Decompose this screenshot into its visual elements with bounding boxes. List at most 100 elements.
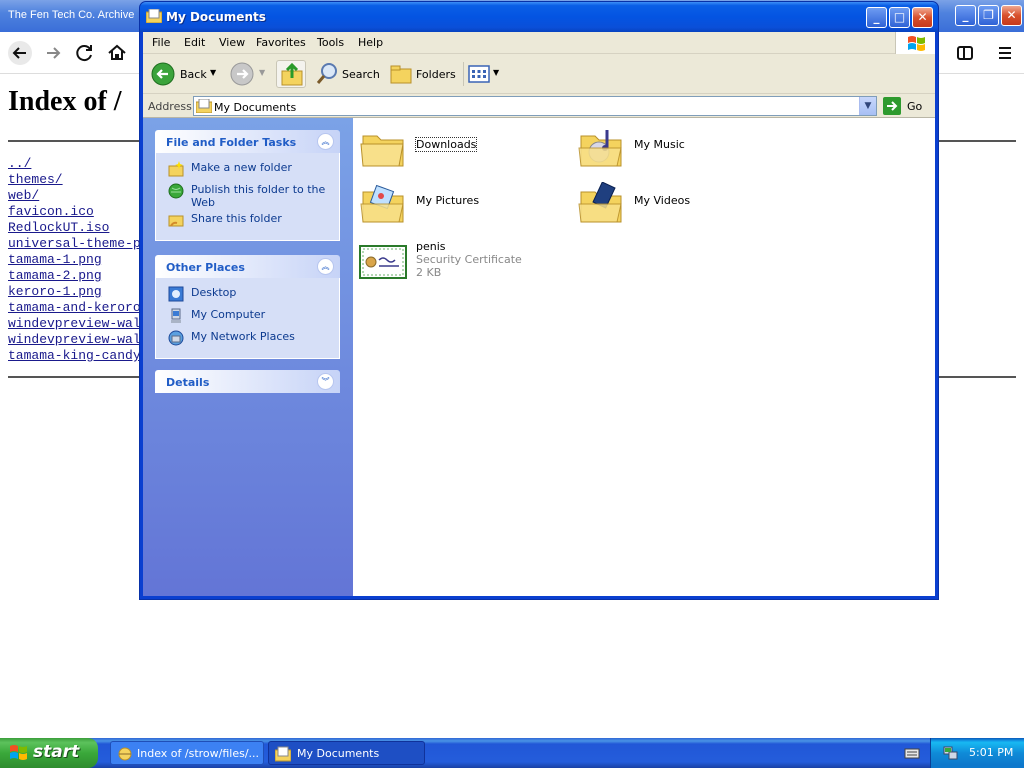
- file-link[interactable]: favicon.ico: [8, 204, 94, 219]
- menu-icon[interactable]: [992, 40, 1018, 66]
- back-dropdown-icon[interactable]: ▼: [210, 68, 216, 77]
- file-link[interactable]: RedlockUT.iso: [8, 220, 109, 235]
- file-list-item: themes/: [8, 172, 141, 188]
- folder-my-videos[interactable]: My Videos: [577, 182, 777, 230]
- keyboard-icon[interactable]: [904, 745, 920, 761]
- folder-icon: [146, 9, 162, 23]
- file-certificate[interactable]: penis Security Certificate 2 KB: [359, 238, 559, 286]
- task-publish-web[interactable]: Publish this folder to the Web: [156, 183, 339, 210]
- forward-arrow-icon: [230, 62, 254, 86]
- menu-view[interactable]: View: [219, 36, 245, 49]
- folder-my-music[interactable]: My Music: [577, 126, 777, 174]
- pictures-folder-icon: [360, 184, 404, 223]
- file-name: Downloads: [414, 137, 478, 152]
- address-field[interactable]: My Documents ▼: [193, 96, 877, 116]
- file-link[interactable]: ../: [8, 156, 31, 171]
- back-arrow-icon[interactable]: [7, 40, 33, 66]
- maximize-button[interactable]: □: [889, 7, 910, 28]
- menu-favorites[interactable]: Favorites: [256, 36, 306, 49]
- place-my-computer[interactable]: My Computer: [156, 308, 339, 328]
- folder-my-pictures[interactable]: My Pictures: [359, 182, 559, 230]
- place-my-network-places[interactable]: My Network Places: [156, 330, 339, 350]
- back-label: Back: [180, 68, 207, 81]
- place-desktop[interactable]: Desktop: [156, 286, 339, 306]
- clock[interactable]: 5:01 PM: [969, 746, 1013, 759]
- back-button[interactable]: Back ▼: [151, 60, 217, 88]
- browser-close-button[interactable]: ✕: [1001, 5, 1022, 26]
- folders-button[interactable]: Folders: [387, 60, 457, 88]
- start-button[interactable]: start: [0, 738, 98, 768]
- address-bar: Address My Documents ▼ Go: [143, 94, 935, 118]
- reader-view-icon[interactable]: [952, 40, 978, 66]
- folders-icon: [390, 65, 412, 84]
- task-share-folder[interactable]: Share this folder: [156, 212, 339, 232]
- back-arrow-icon: [151, 62, 175, 86]
- reload-icon[interactable]: [72, 40, 98, 66]
- forward-arrow-icon[interactable]: [40, 40, 66, 66]
- file-folder-tasks-header[interactable]: File and Folder Tasks ︽: [155, 130, 340, 153]
- browser-restore-button[interactable]: ❐: [978, 5, 999, 26]
- folder-icon: [275, 746, 291, 762]
- explorer-titlebar[interactable]: My Documents _ □ ✕: [140, 2, 938, 32]
- collapse-chevron-icon[interactable]: ︽: [317, 258, 334, 275]
- start-label: start: [33, 742, 80, 762]
- new-folder-icon: [168, 161, 184, 177]
- home-icon[interactable]: [104, 40, 130, 66]
- search-button[interactable]: Search: [313, 60, 380, 88]
- folder-icon: [360, 135, 404, 167]
- taskbar-my-documents[interactable]: My Documents: [268, 741, 425, 765]
- minimize-button[interactable]: _: [866, 7, 887, 28]
- file-list-item: keroro-1.png: [8, 284, 141, 300]
- file-link[interactable]: windevpreview-wal: [8, 316, 141, 331]
- file-list-item: web/: [8, 188, 141, 204]
- folders-label: Folders: [416, 68, 456, 81]
- file-link[interactable]: tamama-king-candy: [8, 348, 141, 363]
- file-list-item: tamama-and-keroro: [8, 300, 141, 316]
- up-folder-button[interactable]: [276, 60, 306, 88]
- address-dropdown-icon[interactable]: ▼: [859, 97, 876, 115]
- menu-tools[interactable]: Tools: [317, 36, 344, 49]
- file-link[interactable]: keroro-1.png: [8, 284, 102, 299]
- collapse-chevron-icon[interactable]: ︽: [317, 133, 334, 150]
- file-type: Security Certificate: [416, 253, 522, 266]
- menu-file[interactable]: File: [152, 36, 170, 49]
- file-link[interactable]: themes/: [8, 172, 63, 187]
- go-button[interactable]: Go: [883, 97, 928, 115]
- task-make-new-folder[interactable]: Make a new folder: [156, 161, 339, 181]
- file-link[interactable]: universal-theme-p: [8, 236, 141, 251]
- network-tray-icon[interactable]: [943, 745, 959, 761]
- toolbar-separator: [463, 62, 464, 86]
- explorer-window: My Documents _ □ ✕ File Edit View Favori…: [139, 1, 939, 600]
- task-label: Make a new folder: [191, 161, 292, 174]
- file-link[interactable]: tamama-and-keroro: [8, 300, 141, 315]
- other-places-header[interactable]: Other Places ︽: [155, 255, 340, 278]
- views-button[interactable]: ▼: [467, 60, 501, 88]
- file-link[interactable]: tamama-1.png: [8, 252, 102, 267]
- file-name: My Videos: [634, 194, 691, 207]
- file-folder-tasks-title: File and Folder Tasks: [166, 136, 297, 149]
- menu-edit[interactable]: Edit: [184, 36, 205, 49]
- file-list-item: universal-theme-p: [8, 236, 141, 252]
- explorer-title: My Documents: [166, 10, 266, 24]
- menu-bar: File Edit View Favorites Tools Help: [143, 32, 935, 54]
- close-button[interactable]: ✕: [912, 7, 933, 28]
- taskbar-browser[interactable]: Index of /strow/files/...: [110, 741, 264, 765]
- file-name: penis: [416, 240, 446, 253]
- browser-minimize-button[interactable]: _: [955, 5, 976, 26]
- forward-button[interactable]: ▼: [230, 60, 268, 88]
- file-link[interactable]: web/: [8, 188, 39, 203]
- file-name: My Music: [634, 138, 685, 151]
- expand-chevron-icon[interactable]: ︾: [317, 373, 334, 390]
- place-label: Desktop: [191, 286, 237, 299]
- place-label: My Computer: [191, 308, 266, 321]
- task-pane: File and Folder Tasks ︽ Make a new folde…: [143, 118, 353, 596]
- folder-downloads[interactable]: Downloads: [359, 126, 559, 174]
- menu-help[interactable]: Help: [358, 36, 383, 49]
- details-title: Details: [166, 376, 210, 389]
- forward-dropdown-icon[interactable]: ▼: [259, 68, 265, 77]
- go-label: Go: [907, 100, 923, 113]
- file-folder-tasks-panel: File and Folder Tasks ︽ Make a new folde…: [155, 130, 340, 241]
- file-link[interactable]: tamama-2.png: [8, 268, 102, 283]
- file-link[interactable]: windevpreview-wal: [8, 332, 141, 347]
- details-header[interactable]: Details ︾: [155, 370, 340, 393]
